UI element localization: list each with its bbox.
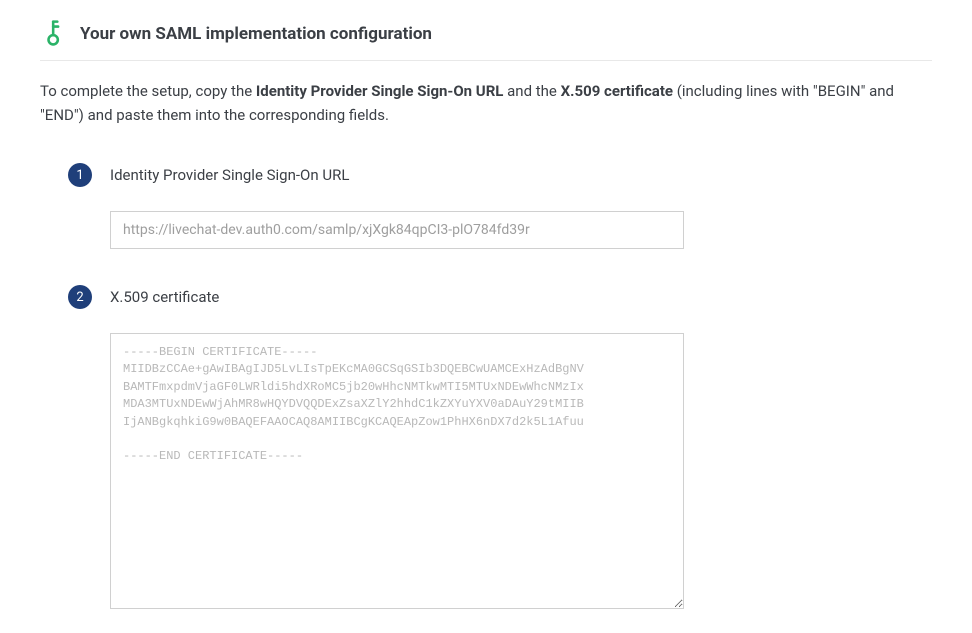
cert-field-wrap [110, 333, 684, 613]
step-badge-2: 2 [68, 285, 92, 309]
sso-url-field-wrap [110, 211, 684, 249]
step-sso: 1 Identity Provider Single Sign-On URL [68, 163, 932, 249]
instr-part2: and the [503, 82, 560, 100]
sso-url-input[interactable] [110, 211, 684, 249]
page-title: Your own SAML implementation configurati… [80, 24, 432, 44]
instructions-text: To complete the setup, copy the Identity… [40, 79, 932, 127]
instr-bold2: X.509 certificate [561, 82, 673, 100]
cert-textarea[interactable] [110, 333, 684, 609]
step-sso-label: Identity Provider Single Sign-On URL [110, 166, 349, 184]
instr-part1: To complete the setup, copy the [40, 82, 256, 100]
key-icon [34, 14, 74, 54]
step-badge-1: 1 [68, 163, 92, 187]
step-sso-header: 1 Identity Provider Single Sign-On URL [68, 163, 932, 187]
instr-bold1: Identity Provider Single Sign-On URL [256, 82, 504, 100]
page-header: Your own SAML implementation configurati… [40, 20, 932, 61]
step-cert: 2 X.509 certificate [68, 285, 932, 613]
step-cert-header: 2 X.509 certificate [68, 285, 932, 309]
step-cert-label: X.509 certificate [110, 288, 219, 306]
